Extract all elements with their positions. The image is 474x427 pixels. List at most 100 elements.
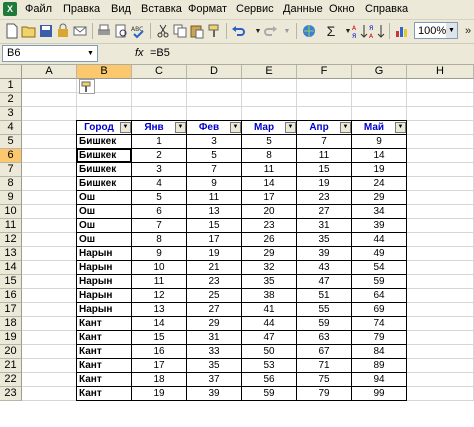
table-cell-city[interactable]: Ош [77, 191, 132, 205]
save-icon[interactable] [38, 23, 54, 39]
table-cell-value[interactable]: 35 [297, 233, 352, 247]
table-cell-value[interactable]: 27 [297, 205, 352, 219]
table-cell-city[interactable]: Нарын [77, 261, 132, 275]
zoom-select[interactable]: 100% ▼ [414, 22, 458, 39]
table-cell-city[interactable]: Кант [77, 387, 132, 401]
row-header-8[interactable]: 8 [0, 177, 22, 191]
column-header-b[interactable]: B [77, 65, 132, 79]
print-preview-icon[interactable] [113, 23, 129, 39]
table-cell-value[interactable]: 79 [297, 387, 352, 401]
table-header-cell[interactable]: Май ▼ [352, 121, 407, 135]
table-cell-value[interactable]: 10 [132, 261, 187, 275]
row-header-22[interactable]: 22 [0, 373, 22, 387]
table-cell-value[interactable]: 33 [187, 345, 242, 359]
paste-icon[interactable] [189, 23, 205, 39]
table-cell-city[interactable]: Кант [77, 345, 132, 359]
name-box[interactable]: B6 ▼ [2, 45, 98, 62]
table-cell-value[interactable]: 8 [132, 233, 187, 247]
table-cell-value[interactable]: 29 [352, 191, 407, 205]
column-header-g[interactable]: G [352, 65, 407, 79]
table-cell-value[interactable]: 17 [187, 233, 242, 247]
row-header-13[interactable]: 13 [0, 247, 22, 261]
table-cell-value[interactable]: 14 [352, 149, 407, 163]
table-cell-value[interactable]: 99 [352, 387, 407, 401]
table-cell-value[interactable]: 67 [297, 345, 352, 359]
table-cell-value[interactable]: 19 [132, 387, 187, 401]
row-header-3[interactable]: 3 [0, 107, 22, 121]
column-header-f[interactable]: F [297, 65, 352, 79]
table-cell-value[interactable]: 47 [297, 275, 352, 289]
table-cell-value[interactable]: 35 [242, 275, 297, 289]
menu-file[interactable]: Файл [25, 3, 52, 16]
table-cell-value[interactable]: 14 [242, 177, 297, 191]
chevron-down-icon[interactable]: ▼ [446, 23, 457, 38]
table-cell-value[interactable]: 24 [352, 177, 407, 191]
menu-view[interactable]: Вид [111, 3, 131, 16]
row-header-19[interactable]: 19 [0, 331, 22, 345]
table-header-cell[interactable]: Мар ▼ [242, 121, 297, 135]
table-cell-value[interactable]: 32 [242, 261, 297, 275]
table-cell-value[interactable]: 11 [187, 191, 242, 205]
row-header-23[interactable]: 23 [0, 387, 22, 401]
hyperlink-icon[interactable] [301, 23, 317, 39]
table-cell-value[interactable]: 64 [352, 289, 407, 303]
table-cell-value[interactable]: 43 [297, 261, 352, 275]
table-cell-city[interactable]: Нарын [77, 289, 132, 303]
table-cell-value[interactable]: 3 [187, 135, 242, 149]
table-cell-value[interactable]: 94 [352, 373, 407, 387]
table-cell-value[interactable]: 13 [187, 205, 242, 219]
menu-format[interactable]: Формат [188, 3, 227, 16]
table-cell-city[interactable]: Кант [77, 317, 132, 331]
table-cell-value[interactable]: 7 [297, 135, 352, 149]
table-cell-value[interactable]: 20 [242, 205, 297, 219]
menu-data[interactable]: Данные [283, 3, 323, 16]
row-header-10[interactable]: 10 [0, 205, 22, 219]
table-cell-value[interactable]: 15 [132, 331, 187, 345]
formula-input[interactable]: =B5 [150, 47, 170, 59]
table-cell-value[interactable]: 8 [242, 149, 297, 163]
autosum-icon[interactable]: Σ [323, 23, 339, 39]
select-all-corner[interactable] [0, 65, 22, 79]
table-cell-value[interactable]: 23 [187, 275, 242, 289]
row-header-1[interactable]: 1 [0, 79, 22, 93]
table-cell-value[interactable]: 59 [352, 275, 407, 289]
table-cell-value[interactable]: 7 [187, 163, 242, 177]
row-header-4[interactable]: 4 [0, 121, 22, 135]
table-cell-value[interactable]: 23 [297, 191, 352, 205]
table-cell-value[interactable]: 9 [132, 247, 187, 261]
table-cell-value[interactable]: 89 [352, 359, 407, 373]
table-cell-value[interactable]: 50 [242, 345, 297, 359]
row-header-16[interactable]: 16 [0, 289, 22, 303]
table-cell-value[interactable]: 17 [132, 359, 187, 373]
sort-ascending-icon[interactable]: AЯ [352, 23, 368, 39]
table-cell-value[interactable]: 7 [132, 219, 187, 233]
table-cell-value[interactable]: 2 [132, 149, 187, 163]
column-header-h[interactable]: H [407, 65, 474, 79]
table-cell-value[interactable]: 1 [132, 135, 187, 149]
chart-wizard-icon[interactable] [394, 23, 410, 39]
email-icon[interactable] [72, 23, 88, 39]
toolbar-options-icon[interactable]: » [460, 23, 474, 39]
autofilter-dropdown-icon[interactable]: ▼ [120, 122, 131, 133]
row-header-9[interactable]: 9 [0, 191, 22, 205]
redo-icon[interactable] [262, 23, 278, 39]
table-cell-value[interactable]: 9 [187, 177, 242, 191]
table-cell-value[interactable]: 37 [187, 373, 242, 387]
row-header-18[interactable]: 18 [0, 317, 22, 331]
table-cell-value[interactable]: 9 [352, 135, 407, 149]
table-cell-value[interactable]: 13 [132, 303, 187, 317]
row-header-6[interactable]: 6 [0, 149, 22, 163]
insert-function-icon[interactable]: fx [135, 47, 144, 59]
redo-dropdown-icon[interactable]: ▼ [279, 23, 295, 39]
row-header-5[interactable]: 5 [0, 135, 22, 149]
table-cell-value[interactable]: 23 [242, 219, 297, 233]
row-header-11[interactable]: 11 [0, 219, 22, 233]
table-cell-value[interactable]: 74 [352, 317, 407, 331]
table-cell-value[interactable]: 19 [352, 163, 407, 177]
table-cell-value[interactable]: 63 [297, 331, 352, 345]
spelling-icon[interactable]: ABC [130, 23, 146, 39]
table-cell-value[interactable]: 51 [297, 289, 352, 303]
table-cell-value[interactable]: 44 [352, 233, 407, 247]
table-cell-value[interactable]: 31 [297, 219, 352, 233]
table-header-cell[interactable]: Апр ▼ [297, 121, 352, 135]
